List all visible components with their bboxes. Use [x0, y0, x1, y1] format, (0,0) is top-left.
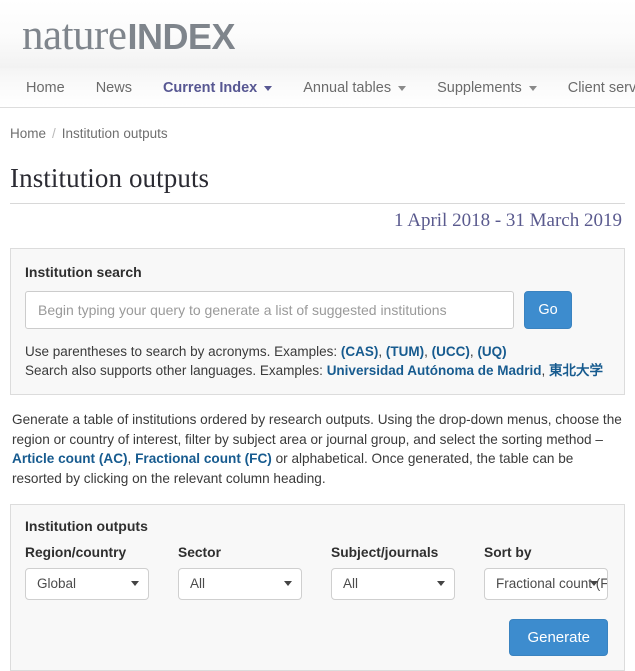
search-hint-acronym-link[interactable]: (UCC) — [432, 344, 470, 359]
search-hint-acronyms: Use parentheses to search by acronyms. E… — [25, 342, 610, 361]
search-hint-languages: Search also supports other languages. Ex… — [25, 361, 610, 380]
filter-label: Subject/journals — [331, 545, 484, 560]
nav-item-client-services[interactable]: Client services — [568, 80, 635, 96]
masthead: natureINDEX — [0, 0, 635, 68]
logo-nature-text: nature — [22, 12, 126, 59]
date-range-label: 1 April 2018 - 31 March 2019 — [10, 210, 625, 232]
filter-label: Sector — [178, 545, 331, 560]
description-paragraph: Generate a table of institutions ordered… — [12, 410, 623, 488]
institution-search-title: Institution search — [25, 264, 610, 280]
filter-group: Sector All — [178, 545, 331, 600]
title-divider — [10, 203, 625, 204]
hint-separator: , — [378, 344, 386, 359]
select-sector[interactable]: All — [178, 568, 302, 600]
nav-item-label: Home — [26, 80, 65, 96]
breadcrumb-current: Institution outputs — [62, 126, 168, 141]
search-go-button[interactable]: Go — [524, 291, 572, 329]
select-wrapper: All — [331, 568, 455, 600]
select-wrapper: Fractional count (FC) — [484, 568, 608, 600]
article-count-link[interactable]: Article count (AC) — [12, 451, 128, 466]
search-hint-acronym-text: Use parentheses to search by acronyms. E… — [25, 344, 341, 359]
generate-row: Generate — [25, 619, 610, 656]
institution-outputs-panel: Institution outputs Region/country Global… — [10, 504, 625, 671]
breadcrumb: Home / Institution outputs — [10, 108, 625, 141]
hint-separator: , — [541, 363, 549, 378]
nav-item-label: News — [96, 80, 132, 96]
search-hint-language-link[interactable]: 東北大学 — [549, 363, 603, 378]
select-wrapper: All — [178, 568, 302, 600]
nav-item-label: Annual tables — [303, 80, 391, 96]
search-hint-acronym-link[interactable]: (CAS) — [341, 344, 379, 359]
page-title: Institution outputs — [10, 163, 625, 194]
institution-search-input[interactable] — [25, 291, 514, 329]
nav-item-current-index[interactable]: Current Index — [163, 80, 272, 96]
filter-controls: Region/countryGlobalSectorAllSubject/jou… — [25, 545, 610, 600]
chevron-down-icon — [529, 86, 537, 91]
nav-item-annual-tables[interactable]: Annual tables — [303, 80, 406, 96]
logo-index-text: INDEX — [127, 16, 235, 57]
search-row: Go — [25, 291, 610, 329]
nav-item-supplements[interactable]: Supplements — [437, 80, 537, 96]
nav-item-news[interactable]: News — [96, 80, 132, 96]
filter-label: Region/country — [25, 545, 178, 560]
filter-label: Sort by — [484, 545, 635, 560]
chevron-down-icon — [264, 86, 272, 91]
search-hint-acronym-link[interactable]: (TUM) — [386, 344, 424, 359]
institution-outputs-title: Institution outputs — [25, 518, 610, 534]
description-text-2: , — [128, 451, 136, 466]
breadcrumb-separator: / — [52, 126, 56, 141]
search-hint-acronym-link[interactable]: (UQ) — [477, 344, 506, 359]
institution-search-panel: Institution search Go Use parentheses to… — [10, 248, 625, 395]
select-region-country[interactable]: Global — [25, 568, 149, 600]
nav-item-home[interactable]: Home — [26, 80, 65, 96]
search-hint-language-link[interactable]: Universidad Autónoma de Madrid — [327, 363, 542, 378]
filter-group: Subject/journals All — [331, 545, 484, 600]
hint-separator: , — [424, 344, 432, 359]
description-text-1: Generate a table of institutions ordered… — [12, 412, 622, 447]
select-subject-journals[interactable]: All — [331, 568, 455, 600]
fractional-count-link[interactable]: Fractional count (FC) — [135, 451, 272, 466]
main-navigation: Home News Current Index Annual tables Supple… — [0, 68, 635, 108]
nav-item-label: Supplements — [437, 80, 522, 96]
nav-item-label: Client services — [568, 80, 635, 96]
search-hint-language-text: Search also supports other languages. Ex… — [25, 363, 327, 378]
filter-group: Region/country Global — [25, 545, 178, 600]
generate-button[interactable]: Generate — [509, 619, 608, 656]
select-wrapper: Global — [25, 568, 149, 600]
breadcrumb-home-link[interactable]: Home — [10, 126, 46, 141]
select-sort-by[interactable]: Fractional count (FC) — [484, 568, 608, 600]
nav-item-label: Current Index — [163, 80, 257, 96]
search-hints: Use parentheses to search by acronyms. E… — [25, 342, 610, 380]
site-logo[interactable]: natureINDEX — [22, 14, 235, 57]
page-content: Home / Institution outputs Institution out… — [0, 108, 635, 671]
filter-group: Sort by Fractional count (FC) — [484, 545, 635, 600]
chevron-down-icon — [398, 86, 406, 91]
